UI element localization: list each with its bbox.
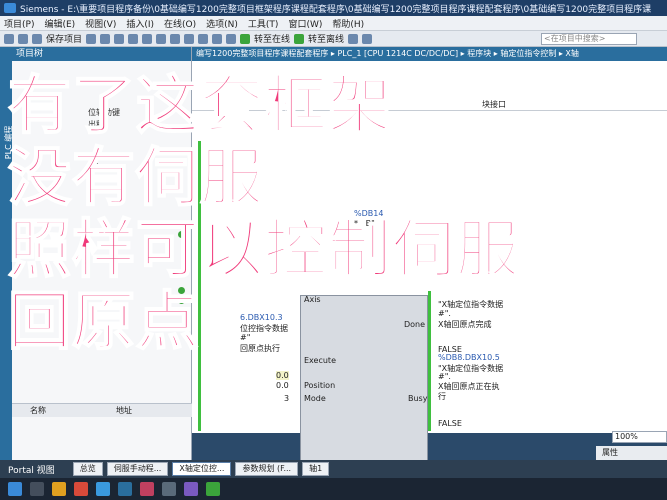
- search-icon[interactable]: [30, 482, 44, 496]
- error-false-value: FALSE: [438, 419, 462, 428]
- menu-bar: 项目(P) 编辑(E) 视图(V) 插入(I) 在线(O) 选项(N) 工具(T…: [0, 16, 667, 31]
- cross-reference-icon[interactable]: [362, 33, 373, 44]
- video-caption-overlay: 有了这套框架 没有伺服 照样可以控制伺服 回原点: [7, 69, 520, 359]
- position-actual: 0.0: [276, 381, 289, 390]
- download-icon[interactable]: [198, 33, 209, 44]
- details-view-header: 名称 地址: [12, 403, 192, 417]
- app-icon[interactable]: [140, 482, 154, 496]
- column-address[interactable]: 地址: [116, 405, 132, 416]
- os-taskbar: [0, 478, 667, 500]
- menu-help[interactable]: 帮助(H): [332, 17, 364, 30]
- browser-icon[interactable]: [74, 482, 88, 496]
- busy-output-comment-cont: 行: [438, 392, 446, 401]
- pin-position: Position: [304, 381, 336, 390]
- portal-tab-axis1[interactable]: 轴1: [302, 462, 330, 476]
- app-icon[interactable]: [162, 482, 176, 496]
- menu-tools[interactable]: 工具(T): [248, 17, 279, 30]
- properties-tab[interactable]: 属性: [596, 446, 667, 460]
- windows-start-icon[interactable]: [8, 482, 22, 496]
- zoom-select[interactable]: 100%: [612, 431, 667, 443]
- simulate-icon[interactable]: [226, 33, 237, 44]
- window-titlebar: Siemens - E:\重要项目程序备份\0基础编写1200完整项目框架程序课…: [0, 0, 667, 16]
- menu-online[interactable]: 在线(O): [164, 17, 196, 30]
- print-icon[interactable]: [86, 33, 97, 44]
- editor-breadcrumb: 编写1200完整项目程序课程配套程序 ▸ PLC_1 [CPU 1214C DC…: [192, 47, 667, 61]
- go-online-button[interactable]: 转至在线: [254, 32, 290, 45]
- window-title: Siemens - E:\重要项目程序备份\0基础编写1200完整项目框架程序课…: [20, 4, 652, 15]
- save-icon[interactable]: [32, 33, 42, 44]
- mode-value[interactable]: 3: [284, 394, 289, 403]
- undo-icon[interactable]: [156, 33, 167, 44]
- open-project-icon[interactable]: [18, 33, 28, 44]
- portal-view-button[interactable]: Portal 视图: [2, 463, 69, 476]
- portal-tab-servo-manual[interactable]: 伺服手动程...: [106, 462, 169, 476]
- app-icon[interactable]: [96, 482, 110, 496]
- redo-icon[interactable]: [170, 33, 181, 44]
- busy-db-member: #".: [438, 372, 451, 381]
- copy-icon[interactable]: [114, 33, 125, 44]
- portal-tab-parameters[interactable]: 参数规划 (F...: [235, 462, 299, 476]
- upload-icon[interactable]: [212, 33, 223, 44]
- portal-tab-overview[interactable]: 总览: [72, 462, 103, 476]
- file-explorer-icon[interactable]: [52, 482, 66, 496]
- pin-busy: Busy: [408, 394, 428, 403]
- go-online-icon[interactable]: [240, 33, 251, 44]
- menu-insert[interactable]: 插入(I): [126, 17, 154, 30]
- go-offline-icon[interactable]: [294, 33, 305, 44]
- position-value[interactable]: 0.0: [276, 371, 289, 380]
- caption-line-1: 有了这套框架: [7, 69, 392, 143]
- app-logo-icon: [4, 3, 16, 13]
- tia-portal-icon[interactable]: [118, 482, 132, 496]
- accessible-devices-icon[interactable]: [348, 33, 359, 44]
- app-icon[interactable]: [184, 482, 198, 496]
- pin-mode: Mode: [304, 394, 326, 403]
- busy-output-comment: X轴回原点正在执: [438, 382, 500, 391]
- paste-icon[interactable]: [128, 33, 139, 44]
- portal-tab-x-axis[interactable]: X轴定位控...: [172, 462, 232, 476]
- main-toolbar: 保存项目 转至在线 转至离线 <在项目中搜索>: [0, 31, 667, 47]
- menu-project[interactable]: 项目(P): [4, 17, 34, 30]
- cut-icon[interactable]: [100, 33, 111, 44]
- go-offline-button[interactable]: 转至离线: [308, 32, 344, 45]
- save-project-button[interactable]: 保存项目: [46, 32, 82, 45]
- app-icon[interactable]: [206, 482, 220, 496]
- project-search-input[interactable]: <在项目中搜索>: [541, 32, 637, 45]
- menu-options[interactable]: 选项(N): [206, 17, 238, 30]
- portal-bar: Portal 视图 总览 伺服手动程... X轴定位控... 参数规划 (F..…: [0, 460, 667, 478]
- delete-icon[interactable]: [142, 33, 153, 44]
- menu-edit[interactable]: 编辑(E): [44, 17, 75, 30]
- new-project-icon[interactable]: [4, 33, 14, 44]
- menu-window[interactable]: 窗口(W): [288, 17, 322, 30]
- caption-line-4: 回原点: [7, 285, 200, 359]
- project-tree-title: 项目树: [12, 47, 191, 61]
- column-name[interactable]: 名称: [30, 405, 46, 416]
- menu-view[interactable]: 视图(V): [85, 17, 116, 30]
- compile-icon[interactable]: [184, 33, 195, 44]
- caption-line-3: 照样可以控制伺服: [7, 213, 520, 287]
- caption-line-2: 没有伺服: [7, 141, 264, 215]
